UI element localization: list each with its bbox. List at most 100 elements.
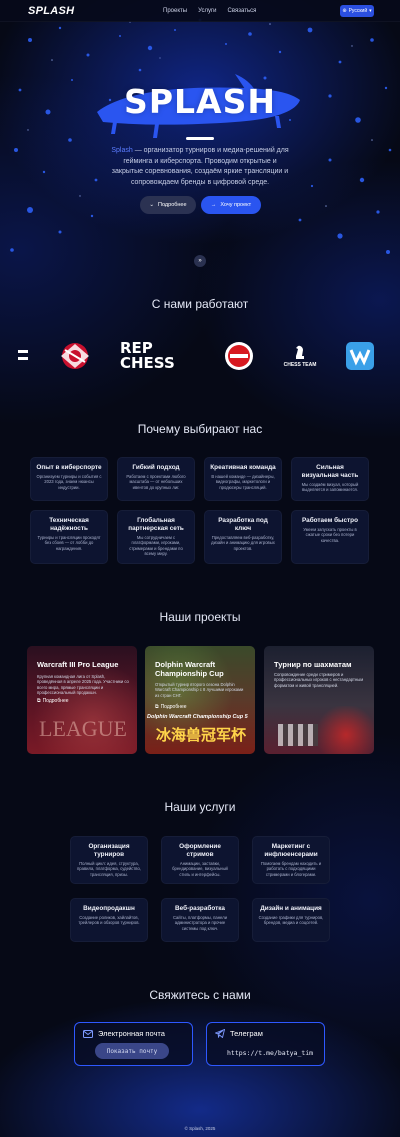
service-card: Видеопродакшн Создание роликов, хайлайто… [70,898,148,942]
project-more-link[interactable]: ⧉ Подробнее [155,704,187,710]
service-card-title: Оформление стримов [179,843,221,858]
partner-logo-partial [18,336,32,376]
more-button[interactable]: ⌄ Подробнее [140,196,196,214]
service-card-title: Веб-разработка [175,905,225,912]
project-more-label: Подробнее [160,704,187,710]
arrow-right-icon: → [210,202,217,208]
projects-title: Наши проекты [159,610,241,624]
hero-description-text: — организатор турниров и медиа-решений д… [111,147,289,186]
why-card-title: Опыт в киберспорте [36,464,102,471]
service-card: Организация турниров Полный цикл: идея, … [70,836,148,884]
hero-brand-name: Splash [111,147,133,154]
why-card: Креативная команда В нашей команде — диз… [204,457,282,501]
service-card: Веб-разработка Сайты, платформы, панели … [161,898,239,942]
service-card-text: Помогаем брендам находить и работать с п… [260,861,322,877]
project-text: Открытый турнир второго сезона Dolphin W… [155,682,244,698]
hero-description: Splash — организатор турниров и медиа-ре… [110,146,290,188]
hero-logo: SPLASH [95,70,305,140]
partner-logo-red-emblem [224,336,254,376]
service-card: Маркетинг с инфлюенсерами Помогаем бренд… [252,836,330,884]
services-title: Наши услуги [164,800,236,814]
nav-link-projects[interactable]: Проекты [163,8,187,14]
why-card-text: Организуем турниры и события с 2023 года… [36,474,102,490]
nav-link-services[interactable]: Услуги [198,8,216,14]
header-logo[interactable]: SPLASH [28,5,74,17]
project-title: Турнир по шахматам [274,660,352,669]
rep-chess-line2: CHESS [120,354,175,372]
email-contact-card: Электронная почта Показать почту [74,1022,193,1066]
why-title: Почему выбирают нас [137,422,263,436]
why-card: Опыт в киберспорте Организуем турниры и … [30,457,108,501]
telegram-contact-card: Телеграм https://t.me/batya_tim [206,1022,325,1066]
why-card: Работаем быстро Умеем запускать проекты … [291,510,369,564]
chess-knight-icon [296,345,304,359]
why-card-title: Сильная визуальная часть [301,464,359,479]
external-link-icon: ⧉ [155,704,159,710]
why-card-text: Умеем запускать проекты в сжатые сроки б… [303,527,357,543]
why-card-text: В нашей команде — дизайнеры, видеографы,… [211,474,275,490]
project-art-text: LEAGUE [39,716,127,741]
why-card-text: Мы создаём визуал, который выделяется и … [301,482,359,493]
why-card: Разработка под ключ Предоставляем веб-ра… [204,510,282,564]
chevron-down-icon: ▾ [369,8,372,14]
project-art-caption: Dolphin Warcraft Championship Cup 5 [147,714,248,720]
service-card: Дизайн и анимация Создание графики для т… [252,898,330,942]
main-nav: Проекты Услуги Связаться [163,0,256,22]
project-text: Крупная командная лига от Splash, провед… [37,674,129,696]
project-more-link[interactable]: ⧉ Подробнее [37,698,69,704]
service-card-title: Организация турниров [88,843,130,858]
project-art-cn: 冰海兽冠军杯 [155,727,246,744]
why-card-text: Турниры и трансляции проходят без сбоев … [37,535,101,551]
why-card: Глобальная партнерская сеть Мы сотруднич… [117,510,195,564]
why-card-title: Техническая надёжность [49,517,89,532]
email-contact-head: Электронная почта [83,1029,165,1038]
service-card-text: Полный цикл: идея, структура, правила, п… [77,861,141,877]
why-card-title: Гибкий подход [132,464,180,471]
partners-strip: REP CHESS CHESS TEAM [0,336,400,376]
contact-title: Свяжитесь с нами [149,988,251,1002]
project-card-warcraft-league[interactable]: LEAGUE Warcraft III Pro League Крупная к… [27,646,137,754]
why-card: Гибкий подход Работаем с проектами любог… [117,457,195,501]
why-card-title: Креативная команда [210,464,276,471]
partner-logo-spartak [54,336,96,376]
paint-splatter-background [10,18,392,254]
language-label: Русский [348,8,368,14]
telegram-link[interactable]: https://t.me/batya_tim [227,1049,313,1057]
telegram-contact-head: Телеграм [215,1029,263,1038]
hero-divider [186,137,214,140]
want-project-label: Хочу проект [220,202,252,208]
partners-title: С нами работают [151,297,249,311]
external-link-icon: ⧉ [37,698,41,704]
email-label: Электронная почта [98,1029,165,1038]
service-card-title: Маркетинг с инфлюенсерами [264,843,318,858]
service-card-text: Сайты, платформы, панели администратора … [172,915,228,931]
nav-link-contact[interactable]: Связаться [228,8,257,14]
why-card: Техническая надёжность Турниры и трансля… [30,510,108,564]
project-card-chess[interactable]: Турнир по шахматам Сопровождение среди с… [264,646,374,754]
telegram-label: Телеграм [230,1029,263,1038]
project-title: Dolphin Warcraft Championship Cup [155,660,224,678]
show-email-button[interactable]: Показать почту [95,1043,169,1059]
why-card-text: Работаем с проектами любого масштаба — о… [126,474,186,490]
service-card-text: Создание графики для турниров, брендов, … [258,915,324,926]
service-card-text: Анимации, заставки, брендирование, визуа… [172,861,228,877]
why-card: Сильная визуальная часть Мы создаём визу… [291,457,369,501]
service-card: Оформление стримов Анимации, заставки, б… [161,836,239,884]
partner-logo-rep-chess: REP CHESS [120,336,200,376]
language-select[interactable]: ⊕ Русский ▾ [340,5,374,17]
want-project-button[interactable]: → Хочу проект [201,196,261,214]
project-title: Warcraft III Pro League [37,660,119,669]
hero-logo-text: SPLASH [124,82,276,121]
chevron-down-icon: ⌄ [149,202,155,208]
service-card-text: Создание роликов, хайлайтов, трейлеров и… [78,915,140,926]
globe-icon: ⊕ [342,8,347,14]
partner-logo-chess-team: CHESS TEAM [276,336,324,376]
more-button-label: Подробнее [158,202,187,208]
telegram-icon [215,1029,225,1038]
page: SPLASH Проекты Услуги Связаться ⊕ Русски… [0,0,400,1137]
chess-board-icon [278,724,318,746]
project-card-dolphin-cup[interactable]: Dolphin Warcraft Championship Cup 5 冰海兽冠… [145,646,255,754]
scroll-down-icon[interactable]: » [194,255,206,267]
project-more-label: Подробнее [42,698,69,704]
why-card-text: Предоставляем веб-разработку, дизайн и а… [211,535,275,551]
